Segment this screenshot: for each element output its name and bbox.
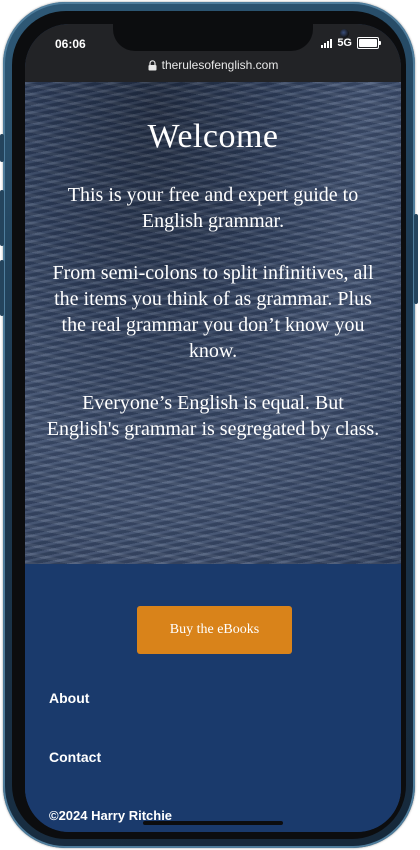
notch xyxy=(113,24,349,51)
network-label: 5G xyxy=(337,37,352,49)
battery-icon xyxy=(357,37,381,49)
lock-icon xyxy=(148,59,157,70)
url-bar[interactable]: therulesofenglish.com xyxy=(25,58,401,72)
footer: Buy the eBooks About Contact ©2024 Harry… xyxy=(25,564,401,832)
hero-section: Welcome This is your free and expert gui… xyxy=(25,82,401,564)
home-indicator[interactable] xyxy=(143,821,283,825)
signal-bars-icon xyxy=(321,38,333,48)
hero-paragraph-intro: This is your free and expert guide to En… xyxy=(67,184,359,232)
hero-paragraph-equality: Everyone’s English is equal. But English… xyxy=(46,392,380,440)
buy-ebooks-button[interactable]: Buy the eBooks xyxy=(137,606,292,654)
phone-frame: 06:06 5G therulesofenglish.com Welcome T… xyxy=(0,2,418,848)
camera-icon xyxy=(340,29,349,38)
footer-link-contact[interactable]: Contact xyxy=(49,749,101,765)
hero-content: Welcome This is your free and expert gui… xyxy=(25,118,401,442)
page-title: Welcome xyxy=(147,118,279,155)
status-icons: 5G xyxy=(321,37,381,49)
phone-screen: 06:06 5G therulesofenglish.com Welcome T… xyxy=(25,24,401,832)
hero-paragraph-items: From semi-colons to split infinitives, a… xyxy=(52,262,374,362)
side-button-volume-up xyxy=(0,190,4,246)
side-button-volume-down xyxy=(0,260,4,316)
footer-link-about[interactable]: About xyxy=(49,690,89,706)
side-button-power xyxy=(414,214,418,304)
side-button-action xyxy=(0,134,4,162)
status-time: 06:06 xyxy=(55,37,86,51)
url-text: therulesofenglish.com xyxy=(161,58,279,72)
